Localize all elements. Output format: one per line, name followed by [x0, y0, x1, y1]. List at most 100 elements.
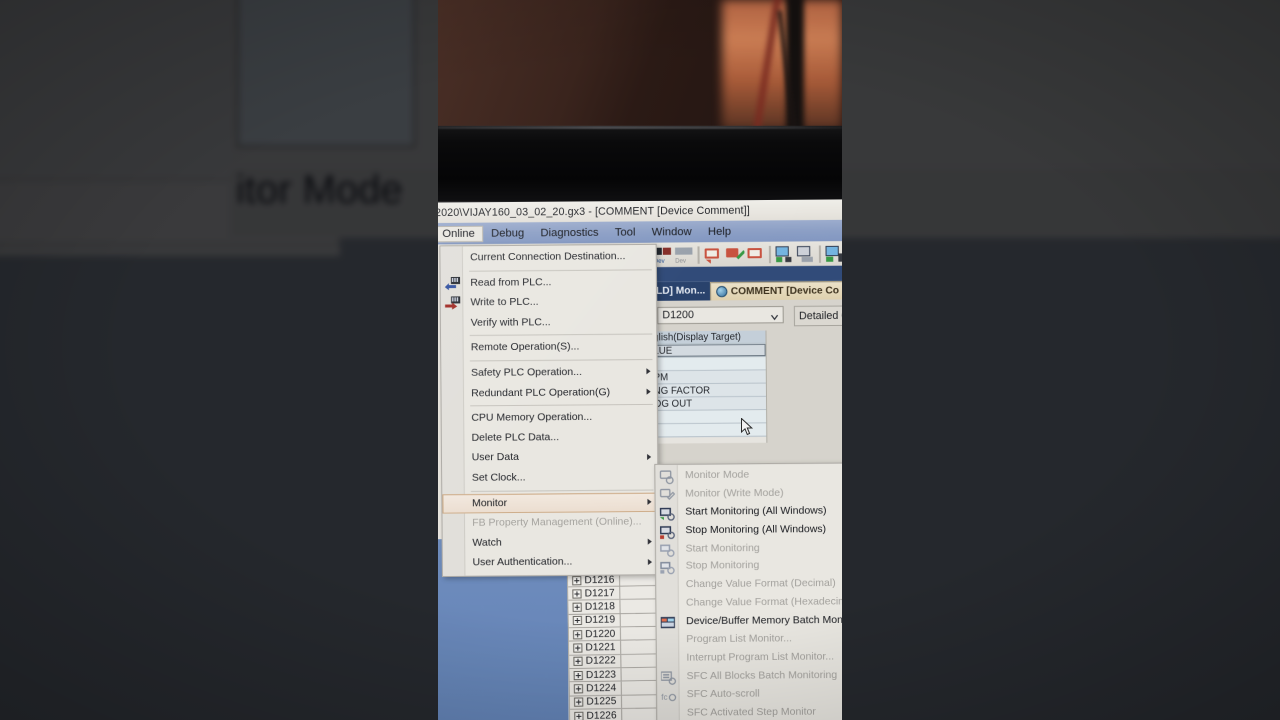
- expand-icon[interactable]: [573, 684, 584, 694]
- monitor-stop-toolbar-icon[interactable]: [745, 244, 766, 264]
- monitor-window-toolbar-icon[interactable]: [824, 244, 842, 264]
- expand-icon[interactable]: [574, 711, 584, 720]
- menu-item-watch[interactable]: Watch: [443, 532, 658, 554]
- tab-ld-monitor[interactable]: LD] Mon...: [650, 282, 711, 301]
- read-plc-icon: [444, 276, 461, 290]
- start-monitor-icon: [660, 543, 675, 557]
- device-row[interactable]: D1219: [568, 613, 660, 629]
- detailed-condition-button[interactable]: Detailed Co: [793, 305, 842, 327]
- device-name: D1222: [585, 655, 616, 668]
- device-row[interactable]: D1217: [568, 586, 660, 602]
- comment-table-row[interactable]: NG FACTOR: [651, 383, 766, 398]
- menu-item-cpu-memory-operation[interactable]: CPU Memory Operation...: [442, 407, 657, 429]
- menu-item-read-from-plc[interactable]: Read from PLC...: [441, 272, 656, 294]
- device-name: D1217: [584, 587, 615, 600]
- menu-item-delete-plc-data[interactable]: Delete PLC Data...: [442, 427, 657, 449]
- start-monitor-all-icon: [659, 507, 675, 521]
- device-value-cell[interactable]: [621, 694, 661, 708]
- device-value-cell[interactable]: [621, 681, 661, 695]
- submenu-item-change-value-format-hexadecimal: Change Value Format (Hexadecimal): [685, 596, 842, 609]
- menu-separator: [470, 404, 653, 407]
- tab-comment-device-comment[interactable]: COMMENT [Device Co: [710, 280, 842, 301]
- stop-monitoring-all-toolbar-icon[interactable]: [795, 244, 816, 264]
- expand-icon[interactable]: [573, 670, 583, 680]
- menubar-item-tool[interactable]: Tool: [607, 224, 644, 241]
- submenu-item-label: SFC Auto-scroll: [686, 688, 760, 701]
- mouse-cursor: [741, 417, 754, 437]
- menubar-item-help[interactable]: Help: [700, 223, 740, 240]
- device-name: D1226: [586, 709, 617, 720]
- submenu-item-device-buffer-memory-batch-monitor[interactable]: Device/Buffer Memory Batch Monitor...: [656, 612, 842, 632]
- device-value-cell[interactable]: [620, 613, 660, 627]
- device-select-combobox[interactable]: D1200: [657, 305, 784, 325]
- menu-item-label: Safety PLC Operation...: [470, 366, 582, 379]
- menu-item-user-authentication[interactable]: User Authentication...: [443, 552, 658, 574]
- expand-icon[interactable]: [572, 589, 582, 599]
- monitor-start-toolbar-icon[interactable]: [703, 245, 724, 265]
- menu-item-remote-operation[interactable]: Remote Operation(S)...: [441, 337, 656, 359]
- menu-item-monitor[interactable]: Monitor: [442, 492, 658, 514]
- submenu-item-start-monitoring-all-windows[interactable]: Start Monitoring (All Windows): [656, 502, 842, 522]
- device-value-cell[interactable]: [621, 708, 662, 720]
- stop-monitor-icon: [660, 561, 675, 575]
- device-value-cell[interactable]: [620, 654, 661, 668]
- comment-table-row[interactable]: [651, 357, 766, 372]
- device-row[interactable]: D1225: [569, 694, 661, 710]
- device-name: D1223: [585, 668, 617, 681]
- menubar-item-debug[interactable]: Debug: [483, 225, 533, 242]
- menu-item-verify-with-plc[interactable]: Verify with PLC...: [441, 312, 656, 334]
- device-row[interactable]: D1226: [570, 708, 662, 720]
- menu-separator: [469, 358, 653, 362]
- menu-item-write-to-plc[interactable]: Write to PLC...: [441, 292, 656, 314]
- expand-icon[interactable]: [572, 575, 582, 585]
- menubar-item-online[interactable]: Online: [438, 225, 484, 242]
- device-row[interactable]: D1220: [568, 626, 660, 642]
- toolbar[interactable]: Dev Dev: [650, 241, 842, 268]
- device-row[interactable]: D1223: [569, 667, 661, 683]
- expand-icon[interactable]: [573, 656, 583, 667]
- photo-background-top: [438, 0, 842, 150]
- menu-item-user-data[interactable]: User Data: [442, 447, 657, 469]
- device-value-cell[interactable]: [619, 586, 660, 600]
- comment-table-row[interactable]: LUE: [651, 343, 766, 358]
- expand-icon[interactable]: [573, 643, 583, 653]
- expand-icon[interactable]: [572, 616, 583, 626]
- online-dropdown-menu[interactable]: Current Connection Destination... Read f…: [439, 243, 660, 577]
- device-value-cell[interactable]: [620, 626, 660, 641]
- device-value-cell[interactable]: [620, 640, 661, 654]
- menu-item-redundant-plc-operation[interactable]: Redundant PLC Operation(G): [442, 382, 657, 404]
- comment-table-row[interactable]: PM: [651, 370, 766, 385]
- menubar-item-diagnostics[interactable]: Diagnostics: [532, 224, 606, 241]
- tab-label: LD] Mon...: [655, 285, 706, 297]
- expand-icon[interactable]: [574, 697, 584, 707]
- expand-icon[interactable]: [572, 629, 583, 640]
- submenu-item-label: SFC All Blocks Batch Monitoring: [686, 669, 838, 682]
- device-row[interactable]: D1224: [569, 681, 661, 697]
- device-row[interactable]: D1218: [568, 599, 660, 615]
- submenu-item-start-monitoring: Start Monitoring: [656, 539, 842, 559]
- menubar-item-window[interactable]: Window: [644, 223, 700, 240]
- submenu-arrow-icon: [647, 538, 652, 545]
- buffer-memory-toolbar-icon[interactable]: Dev: [674, 245, 695, 265]
- start-monitoring-all-toolbar-icon[interactable]: [774, 244, 795, 264]
- comment-table-row[interactable]: OG OUT: [651, 396, 767, 412]
- device-value-cell[interactable]: [620, 667, 661, 681]
- monitor-submenu[interactable]: Monitor Mode Monitor (Write Mode) Start …: [654, 462, 842, 720]
- submenu-item-monitor-write-mode: Monitor (Write Mode): [655, 484, 842, 504]
- menu-item-safety-plc-operation[interactable]: Safety PLC Operation...: [441, 362, 656, 384]
- menu-item-label: User Authentication...: [472, 556, 573, 569]
- document-tab-strip: LD] Mon... COMMENT [Device Co: [650, 279, 842, 301]
- device-row[interactable]: D1222: [569, 654, 661, 670]
- device-row[interactable]: D1221: [569, 640, 661, 656]
- menu-item-label: Read from PLC...: [470, 276, 552, 289]
- expand-icon[interactable]: [572, 602, 582, 613]
- menu-item-current-connection-destination[interactable]: Current Connection Destination...: [440, 247, 655, 269]
- menu-item-set-clock[interactable]: Set Clock...: [442, 467, 657, 489]
- video-center-column: 2020\VIJAY160_03_02_20.gx3 - [COMMENT [D…: [438, 0, 842, 720]
- monitor-mode-icon: [659, 470, 674, 485]
- chevron-down-icon: [770, 311, 779, 321]
- submenu-item-interrupt-program-list-monitor: Interrupt Program List Monitor...: [686, 651, 835, 664]
- monitor-write-toolbar-icon[interactable]: [724, 245, 746, 265]
- device-value-cell[interactable]: [619, 599, 660, 613]
- submenu-item-stop-monitoring-all-windows[interactable]: Stop Monitoring (All Windows): [656, 520, 842, 540]
